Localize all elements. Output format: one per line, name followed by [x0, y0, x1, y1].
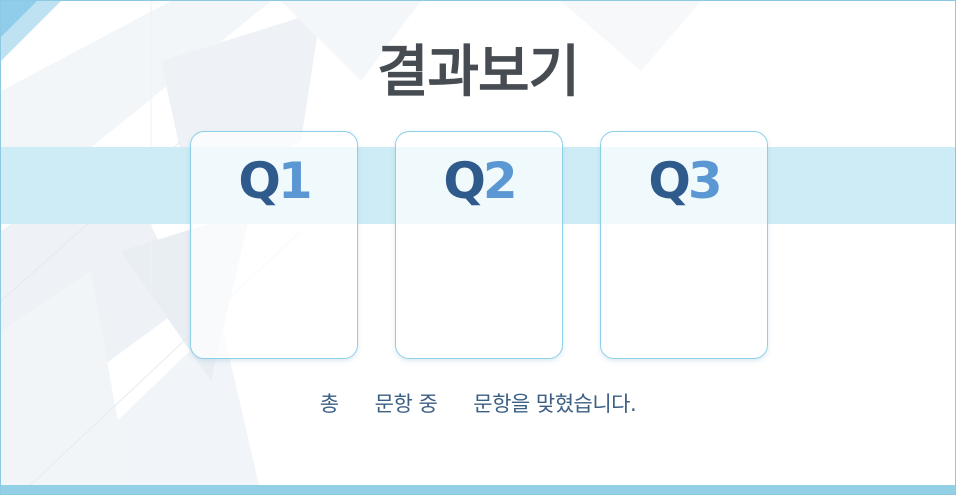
summary-total-label: 총 — [319, 392, 339, 416]
question-card-2[interactable]: Q2 — [395, 131, 563, 359]
result-summary: 총 문항 중 문항을 맞혔습니다. — [1, 388, 955, 418]
question-card-3[interactable]: Q3 — [600, 131, 768, 359]
question-label-3: Q3 — [648, 152, 722, 210]
summary-middle-label: 문항 중 — [374, 392, 438, 416]
summary-end-label: 문항을 맞혔습니다. — [473, 392, 637, 416]
question-label-1: Q1 — [238, 152, 312, 210]
question-card-1[interactable]: Q1 — [190, 131, 358, 359]
page-title: 결과보기 — [376, 40, 580, 105]
question-label-2: Q2 — [443, 152, 517, 210]
bottom-bar — [1, 485, 955, 494]
result-screen: 결과보기 Q1 Q2 Q3 총 문항 중 문항을 맞혔습니다. — [0, 0, 956, 495]
